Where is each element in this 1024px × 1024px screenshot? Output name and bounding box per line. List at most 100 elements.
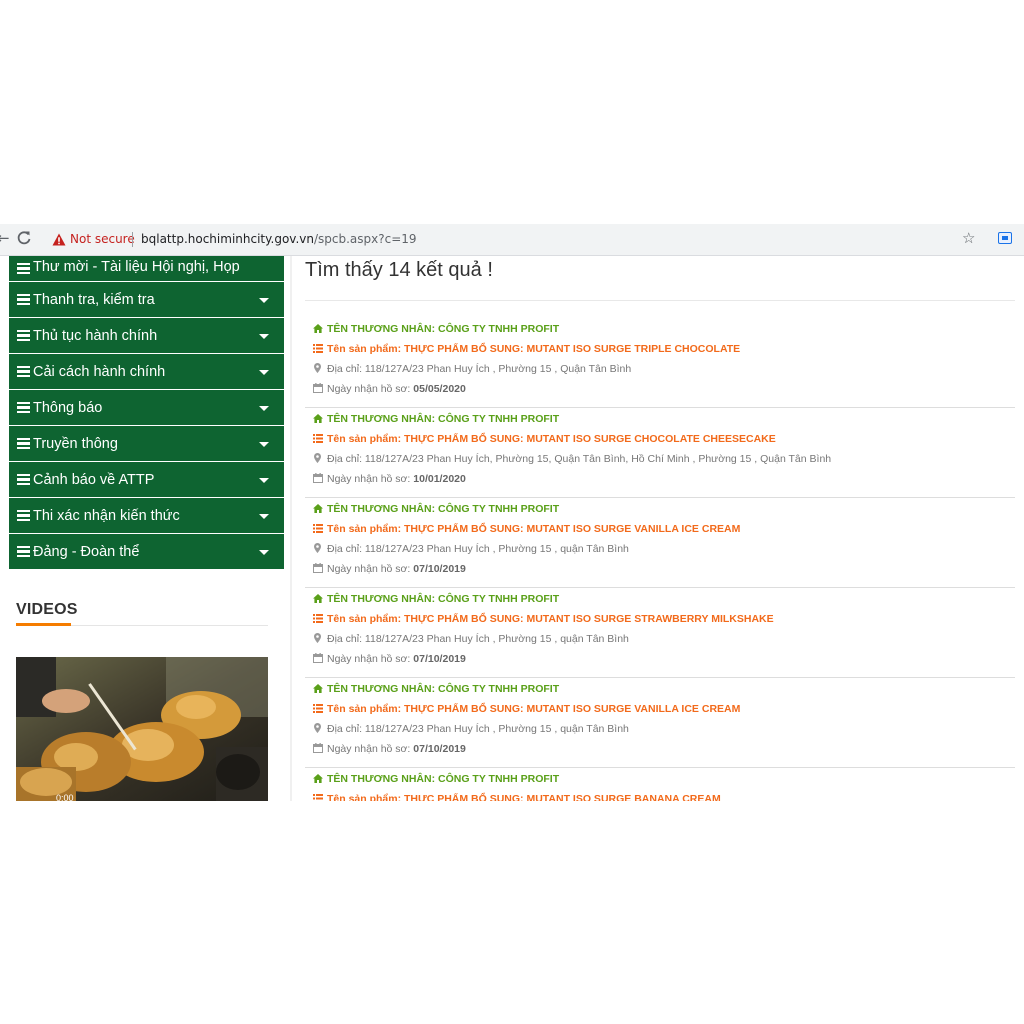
column-divider — [290, 256, 292, 801]
videos-heading-underline — [16, 623, 71, 626]
product-row[interactable]: Tên sản phẩm: THỰC PHẨM BỔ SUNG: MUTANT … — [313, 523, 740, 539]
list-icon — [17, 329, 30, 342]
address-bar[interactable]: Not secure bqlattp.hochiminhcity.gov.vn/… — [44, 227, 988, 251]
home-icon — [313, 684, 323, 693]
product-name: Tên sản phẩm: THỰC PHẨM BỔ SUNG: MUTANT … — [327, 523, 741, 535]
product-row[interactable]: Tên sản phẩm: THỰC PHẨM BỔ SUNG: MUTANT … — [313, 613, 774, 629]
address-text: Địa chỉ: 118/127A/23 Phan Huy Ích , Phườ… — [327, 633, 629, 645]
list-icon — [313, 704, 323, 713]
chevron-down-icon[interactable] — [259, 549, 269, 555]
merchant-row[interactable]: TÊN THƯƠNG NHÂN: CÔNG TY TNHH PROFIT — [313, 773, 559, 789]
product-name: Tên sản phẩm: THỰC PHẨM BỔ SUNG: MUTANT … — [327, 613, 774, 625]
result-item[interactable]: TÊN THƯƠNG NHÂN: CÔNG TY TNHH PROFIT Tên… — [305, 769, 1015, 801]
merchant-name: TÊN THƯƠNG NHÂN: CÔNG TY TNHH PROFIT — [327, 773, 560, 785]
date-value: 07/10/2019 — [413, 563, 466, 575]
sidebar-item-canh-bao[interactable]: Cảnh báo về ATTP — [9, 462, 284, 498]
calendar-icon — [313, 383, 323, 393]
merchant-name: TÊN THƯƠNG NHÂN: CÔNG TY TNHH PROFIT — [327, 503, 560, 515]
reload-icon[interactable] — [16, 230, 32, 246]
date-label: Ngày nhận hồ sơ: — [327, 743, 411, 755]
address-text: Địa chỉ: 118/127A/23 Phan Huy Ích , Phườ… — [327, 363, 632, 375]
date-label: Ngày nhận hồ sơ: — [327, 653, 411, 665]
sidebar-item-cai-cach[interactable]: Cải cách hành chính — [9, 354, 284, 390]
sidebar-item-thanh-tra[interactable]: Thanh tra, kiểm tra — [9, 282, 284, 318]
product-row[interactable]: Tên sản phẩm: THỰC PHẨM BỔ SUNG: MUTANT … — [313, 793, 721, 801]
date-label: Ngày nhận hồ sơ: — [327, 473, 411, 485]
sidebar-item-thong-bao[interactable]: Thông báo — [9, 390, 284, 426]
list-icon — [313, 614, 323, 623]
date-row: Ngày nhận hồ sơ: 05/05/2020 — [313, 383, 466, 399]
back-arrow-icon[interactable]: ← — [0, 229, 10, 247]
address-separator — [132, 232, 133, 247]
merchant-row[interactable]: TÊN THƯƠNG NHÂN: CÔNG TY TNHH PROFIT — [313, 593, 559, 609]
result-item[interactable]: TÊN THƯƠNG NHÂN: CÔNG TY TNHH PROFIT Tên… — [305, 679, 1015, 768]
merchant-row[interactable]: TÊN THƯƠNG NHÂN: CÔNG TY TNHH PROFIT — [313, 683, 559, 699]
home-icon — [313, 324, 323, 333]
star-icon[interactable]: ☆ — [962, 229, 975, 247]
date-row: Ngày nhận hồ sơ: 07/10/2019 — [313, 653, 466, 669]
result-count-heading: Tìm thấy 14 kết quả ! — [305, 259, 493, 281]
merchant-row[interactable]: TÊN THƯƠNG NHÂN: CÔNG TY TNHH PROFIT — [313, 323, 559, 339]
date-label: Ngày nhận hồ sơ: — [327, 383, 411, 395]
sidebar-item-thi-xac-nhan[interactable]: Thi xác nhận kiến thức — [9, 498, 284, 534]
list-icon — [17, 509, 30, 522]
chevron-down-icon[interactable] — [259, 405, 269, 411]
product-row[interactable]: Tên sản phẩm: THỰC PHẨM BỔ SUNG: MUTANT … — [313, 343, 740, 359]
sidebar-item-truyen-thong[interactable]: Truyền thông — [9, 426, 284, 462]
security-status[interactable]: Not secure — [70, 232, 135, 246]
chevron-down-icon[interactable] — [259, 333, 269, 339]
address-row: Địa chỉ: 118/127A/23 Phan Huy Ích , Phườ… — [313, 723, 629, 739]
merchant-row[interactable]: TÊN THƯƠNG NHÂN: CÔNG TY TNHH PROFIT — [313, 503, 559, 519]
chevron-down-icon[interactable] — [259, 297, 269, 303]
sidebar-item-label: Thủ tục hành chính — [33, 327, 158, 344]
result-item[interactable]: TÊN THƯƠNG NHÂN: CÔNG TY TNHH PROFIT Tên… — [305, 589, 1015, 678]
list-icon — [313, 434, 323, 443]
date-value: 07/10/2019 — [413, 743, 466, 755]
merchant-name: TÊN THƯƠNG NHÂN: CÔNG TY TNHH PROFIT — [327, 413, 560, 425]
product-name: Tên sản phẩm: THỰC PHẨM BỔ SUNG: MUTANT … — [327, 793, 721, 801]
product-name: Tên sản phẩm: THỰC PHẨM BỔ SUNG: MUTANT … — [327, 703, 741, 715]
list-icon — [313, 794, 323, 800]
url-text[interactable]: bqlattp.hochiminhcity.gov.vn/spcb.aspx?c… — [141, 232, 417, 246]
video-time: 0:00 — [56, 793, 74, 801]
sidebar-item-label: Thanh tra, kiểm tra — [33, 291, 155, 308]
product-name: Tên sản phẩm: THỰC PHẨM BỔ SUNG: MUTANT … — [327, 433, 776, 445]
merchant-name: TÊN THƯƠNG NHÂN: CÔNG TY TNHH PROFIT — [327, 593, 560, 605]
sidebar-item-thu-tuc[interactable]: Thủ tục hành chính — [9, 318, 284, 354]
address-row: Địa chỉ: 118/127A/23 Phan Huy Ích, Phườn… — [313, 453, 831, 469]
list-icon — [17, 401, 30, 414]
chevron-down-icon[interactable] — [259, 477, 269, 483]
product-row[interactable]: Tên sản phẩm: THỰC PHẨM BỔ SUNG: MUTANT … — [313, 433, 776, 449]
chevron-down-icon[interactable] — [259, 513, 269, 519]
map-marker-icon — [314, 633, 321, 643]
address-text: Địa chỉ: 118/127A/23 Phan Huy Ích , Phườ… — [327, 543, 629, 555]
map-marker-icon — [314, 543, 321, 553]
product-name: Tên sản phẩm: THỰC PHẨM BỔ SUNG: MUTANT … — [327, 343, 741, 355]
list-icon — [17, 545, 30, 558]
sidebar-item-label: Cải cách hành chính — [33, 363, 166, 380]
chevron-down-icon[interactable] — [259, 369, 269, 375]
video-player[interactable]: 0:00 — [16, 657, 268, 801]
web-page: Thư mời - Tài liệu Hội nghị, Họp Thanh t… — [0, 256, 1024, 801]
sidebar-menu: Thư mời - Tài liệu Hội nghị, Họp Thanh t… — [9, 256, 284, 801]
extension-icon[interactable] — [998, 232, 1012, 244]
calendar-icon — [313, 473, 323, 483]
result-list: TÊN THƯƠNG NHÂN: CÔNG TY TNHH PROFIT Tên… — [305, 319, 1015, 801]
date-row: Ngày nhận hồ sơ: 07/10/2019 — [313, 563, 466, 579]
screenshot-region: ← Not secure bqlattp.hochiminhcity.gov.v… — [0, 224, 1024, 801]
result-item[interactable]: TÊN THƯƠNG NHÂN: CÔNG TY TNHH PROFIT Tên… — [305, 499, 1015, 588]
video-thumbnail-image — [16, 657, 268, 801]
result-item[interactable]: TÊN THƯƠNG NHÂN: CÔNG TY TNHH PROFIT Tên… — [305, 319, 1015, 408]
calendar-icon — [313, 653, 323, 663]
product-row[interactable]: Tên sản phẩm: THỰC PHẨM BỔ SUNG: MUTANT … — [313, 703, 740, 719]
merchant-row[interactable]: TÊN THƯƠNG NHÂN: CÔNG TY TNHH PROFIT — [313, 413, 559, 429]
sidebar-item-thu-moi[interactable]: Thư mời - Tài liệu Hội nghị, Họp — [9, 256, 284, 282]
result-item[interactable]: TÊN THƯƠNG NHÂN: CÔNG TY TNHH PROFIT Tên… — [305, 409, 1015, 498]
sidebar-item-dang-doan-the[interactable]: Đảng - Đoàn thể — [9, 534, 284, 570]
videos-heading: VIDEOS — [16, 601, 78, 618]
calendar-icon — [313, 563, 323, 573]
sidebar-item-label: Thi xác nhận kiến thức — [33, 507, 180, 524]
home-icon — [313, 594, 323, 603]
address-text: Địa chỉ: 118/127A/23 Phan Huy Ích , Phườ… — [327, 723, 629, 735]
chevron-down-icon[interactable] — [259, 441, 269, 447]
